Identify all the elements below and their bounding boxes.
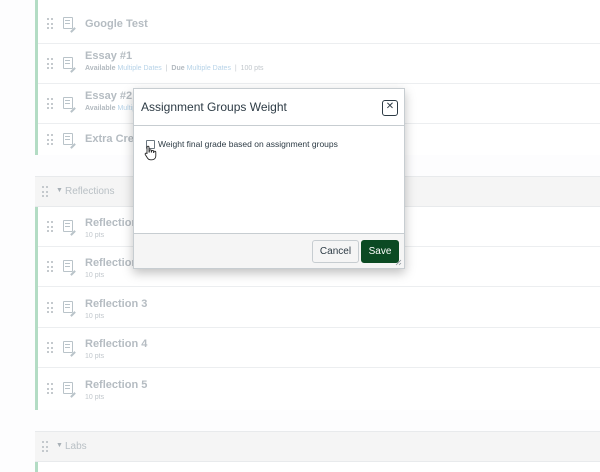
- points: 100 pts: [240, 65, 264, 72]
- checkbox-label[interactable]: Weight final grade based on assignment g…: [158, 139, 338, 149]
- available-label: Available: [85, 65, 116, 72]
- dialog-title: Assignment Groups Weight: [141, 100, 287, 114]
- assignment-meta: Available Multiple Dates | Due Multiple …: [85, 65, 264, 72]
- hand-pointer-cursor-icon: [144, 145, 157, 161]
- close-icon[interactable]: ✕: [382, 100, 398, 116]
- points: 10 pts: [85, 272, 105, 279]
- assignments-page: Google Test Essay #1 Available Multiple …: [0, 0, 600, 472]
- assignment-group-labs: [35, 462, 600, 472]
- assignment-group-header[interactable]: ▼ Labs: [35, 431, 600, 462]
- assignment-row[interactable]: Google Test: [38, 4, 600, 44]
- save-button[interactable]: Save: [361, 240, 399, 263]
- group-title[interactable]: Labs: [65, 441, 87, 452]
- drag-handle-icon[interactable]: [47, 98, 53, 110]
- drag-handle-icon[interactable]: [42, 186, 48, 198]
- assignment-icon: [63, 97, 73, 109]
- drag-handle-icon[interactable]: [47, 18, 53, 30]
- drag-handle-icon[interactable]: [47, 383, 53, 395]
- due-label: Due: [171, 65, 185, 72]
- assignment-title[interactable]: Reflection 3: [85, 298, 147, 310]
- due-dates-link[interactable]: Multiple Dates: [187, 65, 231, 72]
- dialog-footer: Cancel Save: [134, 233, 404, 268]
- assignment-icon: [63, 133, 73, 145]
- available-dates-link[interactable]: Multiple Dates: [117, 65, 161, 72]
- assignment-title[interactable]: Essay #2: [85, 90, 132, 102]
- drag-handle-icon[interactable]: [47, 261, 53, 273]
- points: 10 pts: [85, 394, 105, 401]
- available-label: Available: [85, 105, 116, 112]
- points: 10 pts: [85, 232, 105, 239]
- assignment-icon: [63, 301, 73, 313]
- dialog-header: Assignment Groups Weight ✕: [134, 89, 404, 126]
- group-title[interactable]: Reflections: [65, 186, 114, 197]
- assignment-icon: [63, 57, 73, 69]
- points: 10 pts: [85, 353, 105, 360]
- assignment-row[interactable]: Reflection 5 10 pts: [38, 369, 600, 409]
- resize-grip-icon[interactable]: [395, 259, 402, 266]
- assignment-icon: [63, 260, 73, 272]
- assignment-row[interactable]: Essay #1 Available Multiple Dates | Due …: [38, 44, 600, 84]
- assignment-icon: [63, 341, 73, 353]
- assignment-title[interactable]: Google Test: [85, 18, 148, 30]
- assignment-title[interactable]: Reflection 4: [85, 338, 147, 350]
- assignment-icon: [63, 220, 73, 232]
- assignment-row[interactable]: Reflection 4 10 pts: [38, 328, 600, 368]
- drag-handle-icon[interactable]: [47, 342, 53, 354]
- assignment-title[interactable]: Reflection 5: [85, 379, 147, 391]
- drag-handle-icon[interactable]: [47, 302, 53, 314]
- cancel-button[interactable]: Cancel: [312, 240, 359, 263]
- caret-down-icon[interactable]: ▼: [56, 442, 63, 449]
- caret-down-icon[interactable]: ▼: [56, 187, 63, 194]
- points: 10 pts: [85, 313, 105, 320]
- drag-handle-icon[interactable]: [42, 441, 48, 453]
- drag-handle-icon[interactable]: [47, 134, 53, 146]
- assignment-icon: [63, 17, 73, 29]
- drag-handle-icon[interactable]: [47, 58, 53, 70]
- drag-handle-icon[interactable]: [47, 221, 53, 233]
- assignment-title[interactable]: Essay #1: [85, 50, 132, 62]
- assignment-row[interactable]: Reflection 3 10 pts: [38, 288, 600, 328]
- assignment-icon: [63, 382, 73, 394]
- assignment-groups-weight-dialog: Assignment Groups Weight ✕ Weight final …: [133, 88, 405, 269]
